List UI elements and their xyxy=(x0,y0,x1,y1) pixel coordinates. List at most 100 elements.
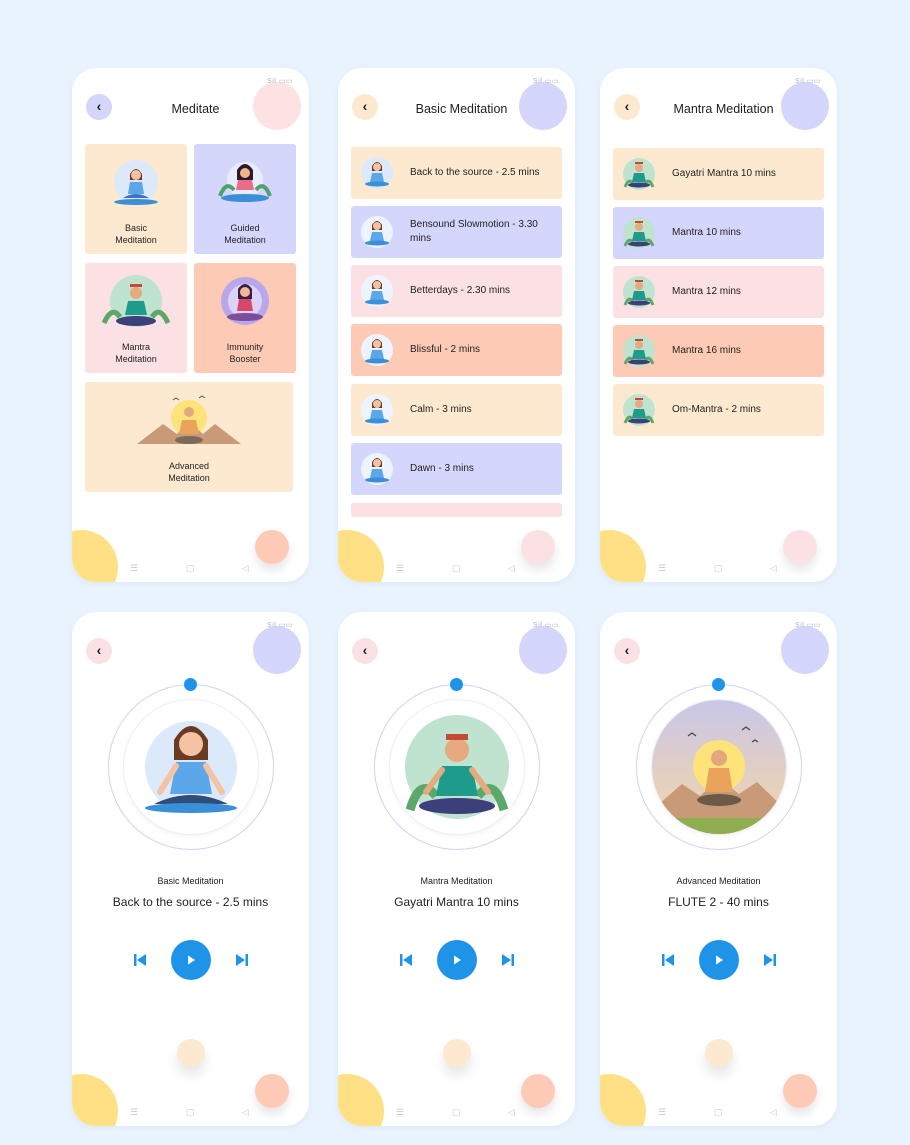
square-icon[interactable]: ▢ xyxy=(452,1106,461,1118)
list-item[interactable]: Dawn - 3 mins xyxy=(351,443,562,495)
system-nav-bar: ☰ ▢ ◁ xyxy=(338,1106,575,1118)
tile-immunity-booster[interactable]: Immunity Booster xyxy=(194,263,296,373)
square-icon[interactable]: ▢ xyxy=(714,562,723,574)
screen-player-basic: Sil ▭▭ ‹ Basic Meditation Back to the so… xyxy=(72,612,309,1126)
list-item[interactable]: Mantra 16 mins xyxy=(613,325,824,377)
square-icon[interactable]: ▢ xyxy=(186,1106,195,1118)
chevron-left-icon: ‹ xyxy=(362,642,368,658)
meditating-woman-illustration xyxy=(145,721,237,813)
tile-label: Mantra Meditation xyxy=(115,342,157,364)
player-controls xyxy=(600,940,837,980)
list-item[interactable]: Mantra 10 mins xyxy=(613,207,824,259)
decor-blob xyxy=(253,626,301,674)
progress-knob[interactable] xyxy=(712,678,725,691)
back-button[interactable]: ‹ xyxy=(614,638,640,664)
decor-blob xyxy=(255,530,289,564)
skip-previous-icon[interactable] xyxy=(660,952,676,968)
list-item-label: Mantra 10 mins xyxy=(672,227,741,238)
square-icon[interactable]: ▢ xyxy=(452,562,461,574)
screen-basic-meditation: Sil ▭▭ ‹ Basic Meditation Back to the so… xyxy=(338,68,575,582)
triangle-back-icon[interactable]: ◁ xyxy=(770,562,777,574)
tile-mantra-meditation[interactable]: Mantra Meditation xyxy=(85,263,187,373)
list-item[interactable]: Blissful - 2 mins xyxy=(351,324,562,376)
list-item-label: Betterdays - 2.30 mins xyxy=(410,285,511,296)
page-title: Meditate xyxy=(171,102,220,116)
square-icon[interactable]: ▢ xyxy=(714,1106,723,1118)
list-item[interactable]: Betterdays - 2.30 mins xyxy=(351,265,562,317)
progress-knob[interactable] xyxy=(184,678,197,691)
screen-player-advanced: Sil ▭▭ ‹ Advanced Meditation FLUTE 2 - 4… xyxy=(600,612,837,1126)
list-item[interactable]: Om-Mantra - 2 mins xyxy=(613,384,824,436)
play-button[interactable] xyxy=(699,940,739,980)
status-bar: Sil ▭▭ xyxy=(267,622,293,629)
meditating-woman-avatar xyxy=(361,157,393,189)
list-item-label: Dawn - 3 mins xyxy=(410,463,474,474)
list-item-partial[interactable] xyxy=(351,503,562,517)
skip-previous-icon[interactable] xyxy=(132,952,148,968)
square-icon[interactable]: ▢ xyxy=(186,562,195,574)
menu-icon[interactable]: ☰ xyxy=(130,562,138,574)
progress-knob[interactable] xyxy=(450,678,463,691)
menu-icon[interactable]: ☰ xyxy=(658,562,666,574)
back-button[interactable]: ‹ xyxy=(86,94,112,120)
list-item-label: Gayatri Mantra 10 mins xyxy=(672,168,776,179)
page-title: Basic Meditation xyxy=(415,102,508,116)
guided-woman-illustration xyxy=(218,162,272,202)
status-bar: Sil ▭▭ xyxy=(795,622,821,629)
back-button[interactable]: ‹ xyxy=(352,638,378,664)
list-item[interactable]: Back to the source - 2.5 mins xyxy=(351,147,562,199)
triangle-back-icon[interactable]: ◁ xyxy=(508,562,515,574)
decor-blob xyxy=(600,1074,646,1126)
triangle-back-icon[interactable]: ◁ xyxy=(770,1106,777,1118)
menu-icon[interactable]: ☰ xyxy=(130,1106,138,1118)
menu-icon[interactable]: ☰ xyxy=(396,562,404,574)
back-button[interactable]: ‹ xyxy=(614,94,640,120)
meditating-woman-illustration xyxy=(114,160,158,205)
menu-icon[interactable]: ☰ xyxy=(396,1106,404,1118)
list-item-label: Mantra 16 mins xyxy=(672,345,741,356)
system-nav-bar: ☰ ▢ ◁ xyxy=(338,562,575,574)
decor-dot xyxy=(443,1039,471,1067)
triangle-back-icon[interactable]: ◁ xyxy=(242,1106,249,1118)
screen-meditate: Sil ▭▭ ‹ Meditate Basic Meditation Guide… xyxy=(72,68,309,582)
play-button[interactable] xyxy=(437,940,477,980)
chevron-left-icon: ‹ xyxy=(96,98,102,114)
screen-player-mantra: Sil ▭▭ ‹ Mantra Meditation Gayatri Mantr… xyxy=(338,612,575,1126)
play-icon xyxy=(716,955,723,965)
back-button[interactable]: ‹ xyxy=(86,638,112,664)
triangle-back-icon[interactable]: ◁ xyxy=(508,1106,515,1118)
list-item[interactable]: Mantra 12 mins xyxy=(613,266,824,318)
decor-blob xyxy=(255,1074,289,1108)
list-item-label: Blissful - 2 mins xyxy=(410,344,481,355)
meditating-man-illustration xyxy=(101,275,171,327)
chevron-left-icon: ‹ xyxy=(362,98,368,114)
player-controls xyxy=(338,940,575,980)
meditating-woman-avatar xyxy=(361,275,393,307)
list-item-label: Bensound Slowmotion - 3.30 mins xyxy=(410,219,538,244)
tile-advanced-meditation[interactable]: Advanced Meditation xyxy=(85,382,293,492)
play-button[interactable] xyxy=(171,940,211,980)
back-button[interactable]: ‹ xyxy=(352,94,378,120)
mountain-meditation-illustration xyxy=(652,700,786,834)
skip-next-icon[interactable] xyxy=(500,952,516,968)
track-category: Basic Meditation xyxy=(157,876,224,886)
triangle-back-icon[interactable]: ◁ xyxy=(242,562,249,574)
list-item-label: Om-Mantra - 2 mins xyxy=(672,404,761,415)
list-item[interactable]: Gayatri Mantra 10 mins xyxy=(613,148,824,200)
play-icon xyxy=(188,955,195,965)
status-bar: Sil ▭▭ xyxy=(795,78,821,85)
skip-next-icon[interactable] xyxy=(234,952,250,968)
chevron-left-icon: ‹ xyxy=(96,642,102,658)
play-icon xyxy=(454,955,461,965)
track-title: Gayatri Mantra 10 mins xyxy=(394,895,519,909)
list-item[interactable]: Calm - 3 mins xyxy=(351,384,562,436)
skip-next-icon[interactable] xyxy=(762,952,778,968)
decor-blob xyxy=(781,626,829,674)
skip-previous-icon[interactable] xyxy=(398,952,414,968)
system-nav-bar: ☰ ▢ ◁ xyxy=(600,562,837,574)
tile-basic-meditation[interactable]: Basic Meditation xyxy=(85,144,187,254)
meditating-woman-avatar xyxy=(361,216,393,248)
list-item[interactable]: Bensound Slowmotion - 3.30 mins xyxy=(351,206,562,258)
tile-guided-meditation[interactable]: Guided Meditation xyxy=(194,144,296,254)
menu-icon[interactable]: ☰ xyxy=(658,1106,666,1118)
